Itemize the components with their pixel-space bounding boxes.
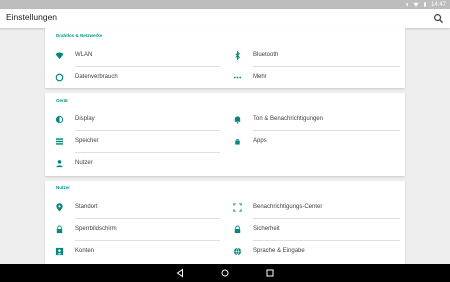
bluetooth-icon xyxy=(235,51,241,60)
section-header: Drahtlos & Netzwerke xyxy=(56,33,103,38)
settings-item-label: Konten xyxy=(75,248,95,254)
settings-item-wlan[interactable]: WLAN xyxy=(45,45,225,67)
settings-item-label: Benachrichtigungs-Center xyxy=(253,204,323,210)
person-icon xyxy=(55,160,64,168)
section-header: Nutzer xyxy=(56,185,71,190)
notification-center-icon xyxy=(233,203,242,212)
location-icon xyxy=(56,203,63,212)
settings-item-label: Sicherheit xyxy=(253,226,280,232)
language-icon xyxy=(233,247,242,256)
settings-item-label: Sperrbildschirm xyxy=(75,226,117,232)
settings-item-label: Datenverbrauch xyxy=(75,74,118,80)
data-usage-icon xyxy=(55,73,64,82)
settings-item-label: Speicher xyxy=(75,138,99,144)
lock-icon xyxy=(56,225,63,234)
section-header: Gerät xyxy=(56,98,68,103)
search-icon[interactable] xyxy=(433,13,444,24)
settings-item-ton[interactable]: Ton & Benachrichtigungen xyxy=(223,109,405,131)
settings-item-benachrichtigungs-center[interactable]: Benachrichtigungs-Center xyxy=(223,197,405,219)
settings-item-nutzer[interactable]: Nutzer xyxy=(45,153,225,175)
bell-icon xyxy=(234,116,241,124)
wifi-status-icon xyxy=(413,2,419,7)
settings-item-label: Sprache & Eingabe xyxy=(253,248,305,254)
settings-item-sicherheit[interactable]: Sicherheit xyxy=(223,219,405,241)
card-personal: Nutzer Standort Sperrbildschirm Konten B… xyxy=(45,181,405,264)
settings-item-label: Mehr xyxy=(253,74,267,80)
settings-item-label: Nutzer xyxy=(75,160,93,166)
settings-item-label: Apps xyxy=(253,138,267,144)
status-bar: 14:47 xyxy=(0,0,450,9)
settings-item-label: Bluetooth xyxy=(253,52,279,58)
settings-item-sperrbildschirm[interactable]: Sperrbildschirm xyxy=(45,219,225,241)
more-icon xyxy=(233,76,242,79)
settings-item-standort[interactable]: Standort xyxy=(45,197,225,219)
settings-item-mehr[interactable]: Mehr xyxy=(223,67,405,89)
app-bar: Einstellungen xyxy=(0,9,450,28)
account-box-icon xyxy=(55,247,64,256)
card-wireless-networks: Drahtlos & Netzwerke WLAN Datenverbrauch… xyxy=(45,28,405,88)
navigation-bar xyxy=(0,264,450,282)
brightness-icon xyxy=(55,115,64,124)
settings-item-konten[interactable]: Konten xyxy=(45,241,225,263)
bluetooth-status-icon xyxy=(405,2,409,7)
android-icon xyxy=(235,139,240,145)
wifi-icon xyxy=(55,52,64,60)
home-icon[interactable] xyxy=(220,268,230,278)
battery-status-icon xyxy=(423,2,426,7)
status-time: 14:47 xyxy=(430,1,446,8)
security-lock-icon xyxy=(234,225,241,234)
settings-item-label: Ton & Benachrichtigungen xyxy=(253,116,324,122)
settings-item-sprache[interactable]: Sprache & Eingabe xyxy=(223,241,405,263)
recents-icon[interactable] xyxy=(265,268,275,278)
settings-item-label: WLAN xyxy=(75,52,93,58)
settings-item-label: Display xyxy=(75,116,95,122)
back-icon[interactable] xyxy=(175,268,185,278)
settings-item-speicher[interactable]: Speicher xyxy=(45,131,225,153)
card-device: Gerät Display Speicher Nutzer Ton & Bena… xyxy=(45,93,405,176)
status-icons: 14:47 xyxy=(404,0,446,9)
settings-item-apps[interactable]: Apps xyxy=(223,131,405,153)
storage-icon xyxy=(55,138,64,145)
settings-item-datenverbrauch[interactable]: Datenverbrauch xyxy=(45,67,225,89)
settings-item-label: Standort xyxy=(75,204,98,210)
settings-item-bluetooth[interactable]: Bluetooth xyxy=(223,45,405,67)
page-title: Einstellungen xyxy=(6,12,58,22)
settings-item-display[interactable]: Display xyxy=(45,109,225,131)
